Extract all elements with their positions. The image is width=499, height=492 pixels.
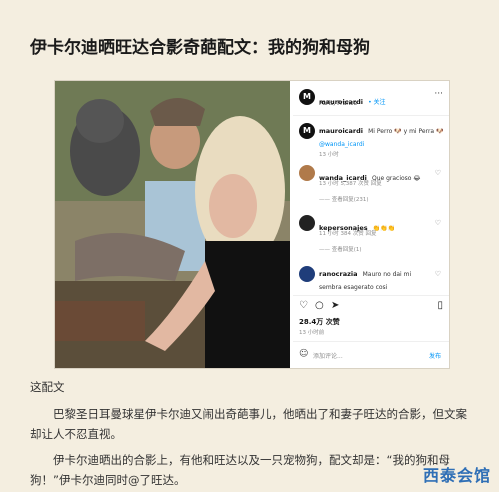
comment-meta[interactable]: 11 小时 384 次赞 回复 xyxy=(319,229,377,237)
divider xyxy=(293,295,449,296)
comment-icon[interactable]: ○ xyxy=(315,300,324,311)
caption-time: 13 小时 xyxy=(319,152,339,158)
article-title: 伊卡尔迪晒旺达合影奇葩配文：我的狗和母狗 xyxy=(30,38,370,58)
comment-user[interactable]: ranocrazia xyxy=(319,270,358,278)
avatar[interactable]: M xyxy=(299,123,315,139)
avatar[interactable] xyxy=(299,215,315,231)
heart-icon[interactable]: ♡ xyxy=(435,270,441,278)
comment: kepersonajes 👏👏👏 11 小时 384 次赞 回复 —— 查看回复… xyxy=(297,213,447,253)
emoji-icon[interactable]: ☺ xyxy=(299,349,308,359)
avatar[interactable] xyxy=(299,165,315,181)
avatar[interactable]: M xyxy=(299,89,315,105)
share-icon[interactable]: ➤ xyxy=(331,300,339,311)
comment-box: ☺ 添加评论... 发布 xyxy=(299,347,445,363)
likes-count[interactable]: 28.4万 次赞 xyxy=(299,317,340,327)
caption-label: 这配文 xyxy=(30,380,65,394)
caption: M mauroicardi Mi Perro 🐶 y mi Perra 🐶 @w… xyxy=(297,121,447,161)
view-replies[interactable]: —— 查看回复(231) xyxy=(319,195,369,203)
avatar[interactable] xyxy=(299,266,315,282)
comment: wanda_icardi Que gracioso 😂 13 小时 5,387 … xyxy=(297,163,447,203)
post-photo xyxy=(55,81,290,368)
divider xyxy=(293,341,449,342)
like-icon[interactable]: ♡ xyxy=(299,300,308,311)
comment: ranocrazia Mauro no dai mi sembra esager… xyxy=(297,264,447,292)
action-bar: ♡ ○ ➤ ▯ xyxy=(299,300,445,314)
post-sidebar: M mauroicardi • 关注 Paris, France ··· M m… xyxy=(293,81,449,368)
caption-text: Mi Perro 🐶 y mi Perra 🐶 xyxy=(368,128,444,135)
more-icon[interactable]: ··· xyxy=(434,89,443,99)
location[interactable]: Paris, France xyxy=(319,100,357,107)
post-header: M mauroicardi • 关注 Paris, France ··· xyxy=(297,87,447,113)
post-time: 13 小时前 xyxy=(299,330,325,336)
heart-icon[interactable]: ♡ xyxy=(435,219,441,227)
instagram-post: M mauroicardi • 关注 Paris, France ··· M m… xyxy=(54,80,450,369)
paragraph: 伊卡尔迪晒出的合影上，有他和旺达以及一只宠物狗，配文却是：“我的狗和母狗！”伊卡… xyxy=(30,453,450,487)
post-button[interactable]: 发布 xyxy=(429,351,441,360)
photo-illustration xyxy=(55,81,290,368)
heart-icon[interactable]: ♡ xyxy=(435,169,441,177)
caption-user[interactable]: mauroicardi xyxy=(319,127,363,135)
comment-input[interactable]: 添加评论... xyxy=(313,351,343,360)
view-replies[interactable]: —— 查看回复(1) xyxy=(319,245,362,253)
bookmark-icon[interactable]: ▯ xyxy=(437,300,443,311)
paragraph: 巴黎圣日耳曼球星伊卡尔迪又闹出奇葩事儿，他晒出了和妻子旺达的合影，但文案却让人不… xyxy=(30,407,467,441)
follow-button[interactable]: • 关注 xyxy=(368,99,385,106)
watermark: 西泰会馆 xyxy=(422,466,491,485)
divider xyxy=(293,115,449,116)
caption-mention[interactable]: @wanda_icardi xyxy=(319,141,364,148)
comment-meta[interactable]: 13 小时 5,387 次赞 回复 xyxy=(319,179,382,187)
